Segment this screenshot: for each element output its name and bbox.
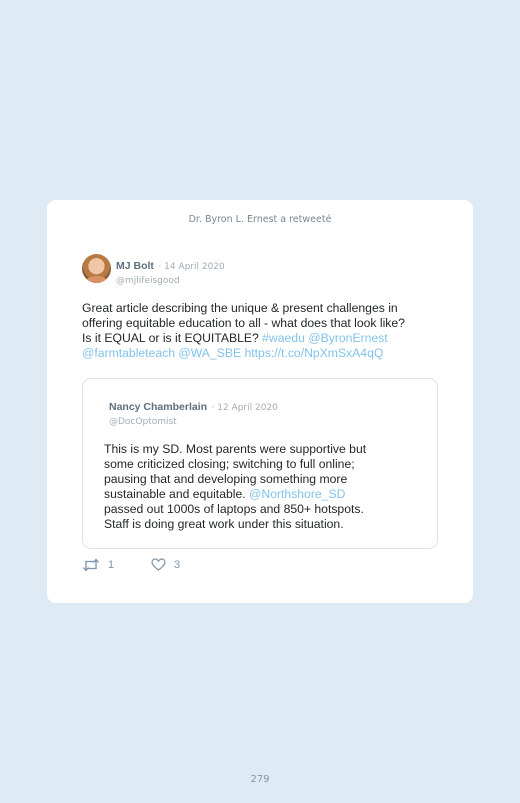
quoted-text-text-segment: Staff is doing great work under this sit… <box>104 517 344 531</box>
like-count: 3 <box>174 558 181 571</box>
tweet-link[interactable]: @Northshore_SD <box>249 487 345 501</box>
quoted-text-text-segment: some criticized closing; switching to fu… <box>104 457 355 471</box>
tweet-text: Great article describing the unique & pr… <box>82 301 442 361</box>
tweet-date[interactable]: · 14 April 2020 <box>158 262 224 272</box>
quoted-author-meta: Nancy Chamberlain · 12 April 2020 @DocOp… <box>109 397 278 427</box>
tweet-text-text-segment: Great article describing the unique & pr… <box>82 301 398 315</box>
quoted-tweet-date: · 12 April 2020 <box>211 403 278 413</box>
tweet-text-text-segment: Is it EQUAL or is it EQUITABLE? <box>82 331 263 345</box>
retweet-icon <box>83 558 99 572</box>
tweet-link[interactable]: #waedu @ByronErnest <box>262 331 388 345</box>
author-meta: MJ Bolt · 14 April 2020 @mjlifeisgood <box>116 256 225 286</box>
tweet-text-text-segment: offering equitable education to all - wh… <box>82 316 405 330</box>
quoted-author-name[interactable]: Nancy Chamberlain <box>109 401 207 413</box>
page-number: 279 <box>250 774 270 785</box>
quoted-text-line: This is my SD. Most parents were support… <box>104 442 424 457</box>
tweet-card: Dr. Byron L. Ernest a retweeté MJ Bolt ·… <box>47 200 473 603</box>
avatar[interactable] <box>82 254 111 283</box>
author-handle[interactable]: @mjlifeisgood <box>116 276 225 286</box>
retweet-count: 1 <box>108 559 115 571</box>
quoted-author-handle[interactable]: @DocOptomist <box>109 417 278 427</box>
quoted-text-text-segment: sustainable and equitable. <box>104 487 250 501</box>
quoted-text-line: some criticized closing; switching to fu… <box>104 457 424 472</box>
tweet-link[interactable]: @farmtableteach @WA_SBE https://t.co/NpX… <box>82 346 383 360</box>
tweet-text-line: Is it EQUAL or is it EQUITABLE? #waedu @… <box>82 331 442 346</box>
quoted-text-text-segment: This is my SD. Most parents were support… <box>104 442 367 456</box>
quoted-text-line: passed out 1000s of laptops and 850+ hot… <box>104 502 424 517</box>
retweet-button[interactable]: 1 <box>82 558 114 572</box>
quoted-text-text-segment: pausing that and developing something mo… <box>104 472 348 486</box>
like-button[interactable]: 3 <box>151 558 180 571</box>
quoted-tweet-text: This is my SD. Most parents were support… <box>104 442 424 532</box>
quoted-tweet[interactable]: Nancy Chamberlain · 12 April 2020 @DocOp… <box>82 378 438 549</box>
tweet-text-line: offering equitable education to all - wh… <box>82 316 442 331</box>
quoted-text-text-segment: passed out 1000s of laptops and 850+ hot… <box>104 502 364 516</box>
heart-icon <box>151 558 166 571</box>
quoted-text-line: Staff is doing great work under this sit… <box>104 517 424 532</box>
quoted-text-line: pausing that and developing something mo… <box>104 472 424 487</box>
tweet-text-line: @farmtableteach @WA_SBE https://t.co/NpX… <box>82 346 442 361</box>
author-name[interactable]: MJ Bolt <box>116 260 154 272</box>
retweet-note: Dr. Byron L. Ernest a retweeté <box>188 214 332 225</box>
tweet-text-line: Great article describing the unique & pr… <box>82 301 442 316</box>
quoted-text-line: sustainable and equitable. @Northshore_S… <box>104 487 424 502</box>
